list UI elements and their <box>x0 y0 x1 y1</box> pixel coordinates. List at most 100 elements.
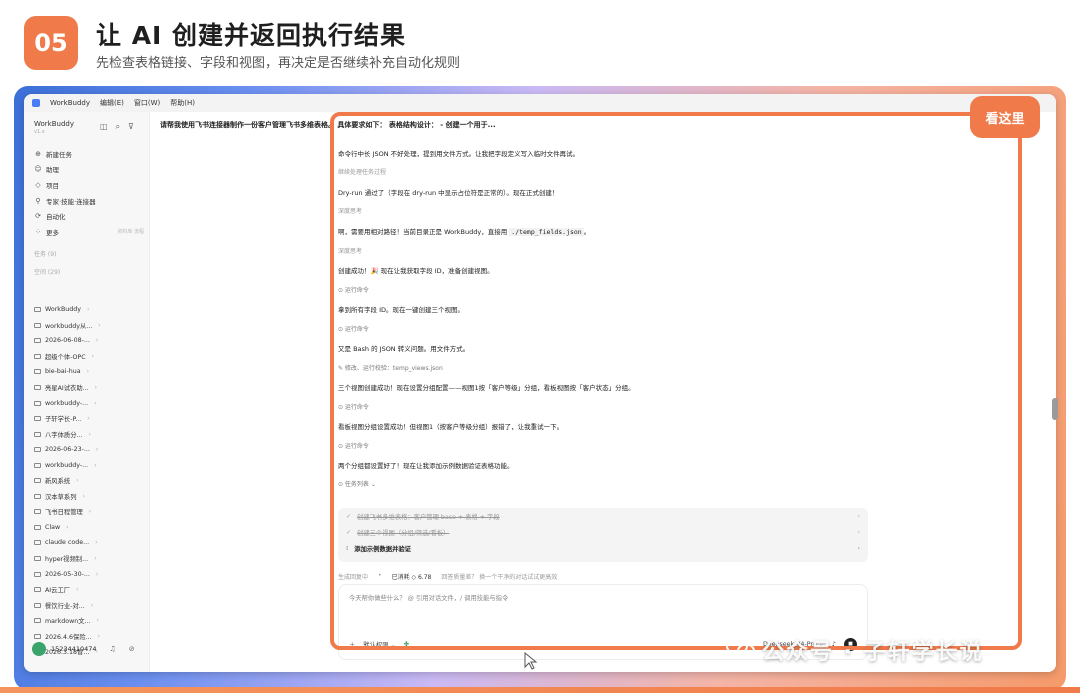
folder-item[interactable]: hyper视频制... › <box>34 551 144 567</box>
folder-item[interactable]: 2026-06-23-... › <box>34 442 144 458</box>
folder-icon <box>34 462 41 468</box>
folder-item[interactable]: workbuddy-... › <box>34 395 144 411</box>
folder-item[interactable]: 八字体质分... › <box>34 426 144 442</box>
settings-icon[interactable]: ⊘ <box>129 645 135 653</box>
sidebar-nav: ⊕ 新建任务 ☺ 助理 ◇ 项目 ⚲ 专家·技能·连接器 ⟳ 自动化 ⁘ 更多 … <box>34 146 144 240</box>
folder-icon <box>34 338 41 344</box>
folder-item[interactable]: 亮星AI试衣助... › <box>34 380 144 396</box>
chevron-right-icon: › <box>90 601 94 609</box>
folder-label: bie-bai-hua <box>45 368 81 376</box>
slide: 05 让 AI 创建并返回执行结果 先检查表格链接、字段和视图，再决定是否继续补… <box>0 0 1080 693</box>
sidebar-tools: ◫ ⌕ ⊽ <box>100 122 134 132</box>
search-icon[interactable]: ⌕ <box>116 122 120 132</box>
chevron-right-icon: › <box>88 430 91 438</box>
folder-item[interactable]: 2026-06-08-... › <box>34 333 144 349</box>
folder-label: AI云工厂 <box>45 587 71 595</box>
folder-label: 2026-06-23-... <box>45 446 90 454</box>
folder-item[interactable]: Claw › <box>34 520 144 536</box>
folder-label: workbuddy从... <box>45 322 93 330</box>
folder-item[interactable]: workbuddy从... › <box>34 318 144 334</box>
tasks-section-label[interactable]: 任务 (9) <box>34 249 56 258</box>
sidebar-item-more[interactable]: ⁘ 更多 资料库 流程 <box>34 224 144 240</box>
sidebar-item-automation[interactable]: ⟳ 自动化 <box>34 208 144 224</box>
folder-label: 子轩学长-P... <box>45 416 82 424</box>
folder-icon <box>34 322 41 328</box>
sidebar-more-hint: 资料库 流程 <box>117 229 144 236</box>
slide-title: 让 AI 创建并返回执行结果 <box>96 21 407 50</box>
space-section-label[interactable]: 空间 (29) <box>34 267 60 276</box>
menu-window[interactable]: 窗口(W) <box>134 98 160 108</box>
automation-icon: ⟳ <box>35 212 41 221</box>
folder-item[interactable]: markdown文... › <box>34 613 144 629</box>
chevron-right-icon: › <box>88 508 92 516</box>
folder-icon <box>34 602 41 608</box>
sidebar: WorkBuddy v1.x ◫ ⌕ ⊽ ⊕ 新建任务 ☺ 助理 ◇ 项目 ⚲ … <box>24 112 150 672</box>
folder-item[interactable]: claude code... › <box>34 535 144 551</box>
chevron-right-icon: › <box>94 384 98 391</box>
sidebar-item-new-task[interactable]: ⊕ 新建任务 <box>34 146 144 162</box>
folder-label: workbuddy-... <box>45 461 89 469</box>
sidebar-brand: WorkBuddy <box>34 120 74 128</box>
folder-icon <box>34 431 41 437</box>
folder-label: 餐饮行业-对... <box>45 602 85 610</box>
user-phone: 15234410474 <box>51 645 97 653</box>
chevron-right-icon: › <box>87 415 90 423</box>
folder-item[interactable]: 新风系统 › <box>34 473 144 489</box>
chevron-right-icon: › <box>96 617 99 625</box>
folder-label: 超级个体-OPC <box>45 353 86 361</box>
folder-icon <box>34 478 41 484</box>
folder-icon <box>34 587 41 593</box>
folder-icon <box>34 540 41 546</box>
sidebar-item-assistant[interactable]: ☺ 助理 <box>34 162 144 178</box>
folder-item[interactable]: bie-bai-hua › <box>34 364 144 380</box>
cursor-icon <box>524 652 538 670</box>
avatar[interactable] <box>32 642 46 656</box>
sidebar-item-experts[interactable]: ⚲ 专家·技能·连接器 <box>34 193 144 209</box>
bottom-strip <box>0 687 1080 693</box>
folder-icon <box>34 524 41 530</box>
app-logo-icon <box>32 99 40 107</box>
folder-icon <box>34 509 41 515</box>
chevron-right-icon: › <box>95 337 99 345</box>
chevron-right-icon: › <box>94 555 97 563</box>
sidebar-item-label: 更多 <box>46 228 59 237</box>
menu-edit[interactable]: 编辑(E) <box>100 98 124 108</box>
layout-toggle-icon[interactable]: ◫ <box>100 122 108 132</box>
folder-item[interactable]: workbuddy-... › <box>34 457 144 473</box>
folder-list: WorkBuddy › workbuddy从... › 2026-06-08-... › 超… <box>34 302 144 660</box>
filter-icon[interactable]: ⊽ <box>128 122 134 132</box>
sidebar-item-project[interactable]: ◇ 项目 <box>34 177 144 193</box>
chevron-right-icon: › <box>82 492 85 500</box>
folder-icon <box>34 571 41 577</box>
folder-item[interactable]: 超级个体-OPC › <box>34 349 144 365</box>
folder-icon <box>34 353 41 359</box>
scroll-handle[interactable] <box>1052 398 1058 420</box>
folder-item[interactable]: AI云工厂 › <box>34 582 144 598</box>
wechat-icon <box>726 637 755 659</box>
chevron-right-icon: › <box>98 321 101 329</box>
bell-icon[interactable]: ♫ <box>110 645 116 653</box>
folder-label: 飞书日程管理 <box>45 509 83 517</box>
folder-label: claude code... <box>45 539 90 547</box>
chevron-right-icon: › <box>97 632 101 640</box>
folder-item[interactable]: 子轩学长-P... › <box>34 411 144 427</box>
chevron-right-icon: › <box>86 306 90 314</box>
folder-item[interactable]: 餐饮行业-对... › <box>34 597 144 613</box>
folder-item[interactable]: 2026-05-30-... › <box>34 566 144 582</box>
folder-label: workbuddy-... <box>45 399 89 407</box>
folder-item[interactable]: 飞书日程管理 › <box>34 504 144 520</box>
folder-label: 2026-06-08-... <box>45 337 90 345</box>
folder-item[interactable]: 汉本草系列 › <box>34 489 144 505</box>
menu-help[interactable]: 帮助(H) <box>170 98 195 108</box>
plus-icon: ⊕ <box>35 149 41 158</box>
sidebar-version: v1.x <box>34 129 45 135</box>
chevron-right-icon: › <box>76 477 79 485</box>
menu-app[interactable]: WorkBuddy <box>50 99 90 107</box>
folder-icon <box>34 493 41 499</box>
folder-icon <box>34 400 41 406</box>
folder-label: 八字体质分... <box>45 431 83 439</box>
more-icon: ⁘ <box>35 227 41 236</box>
expert-icon: ⚲ <box>35 196 41 205</box>
folder-item[interactable]: WorkBuddy › <box>34 302 144 318</box>
sidebar-item-label: 助理 <box>46 166 59 175</box>
